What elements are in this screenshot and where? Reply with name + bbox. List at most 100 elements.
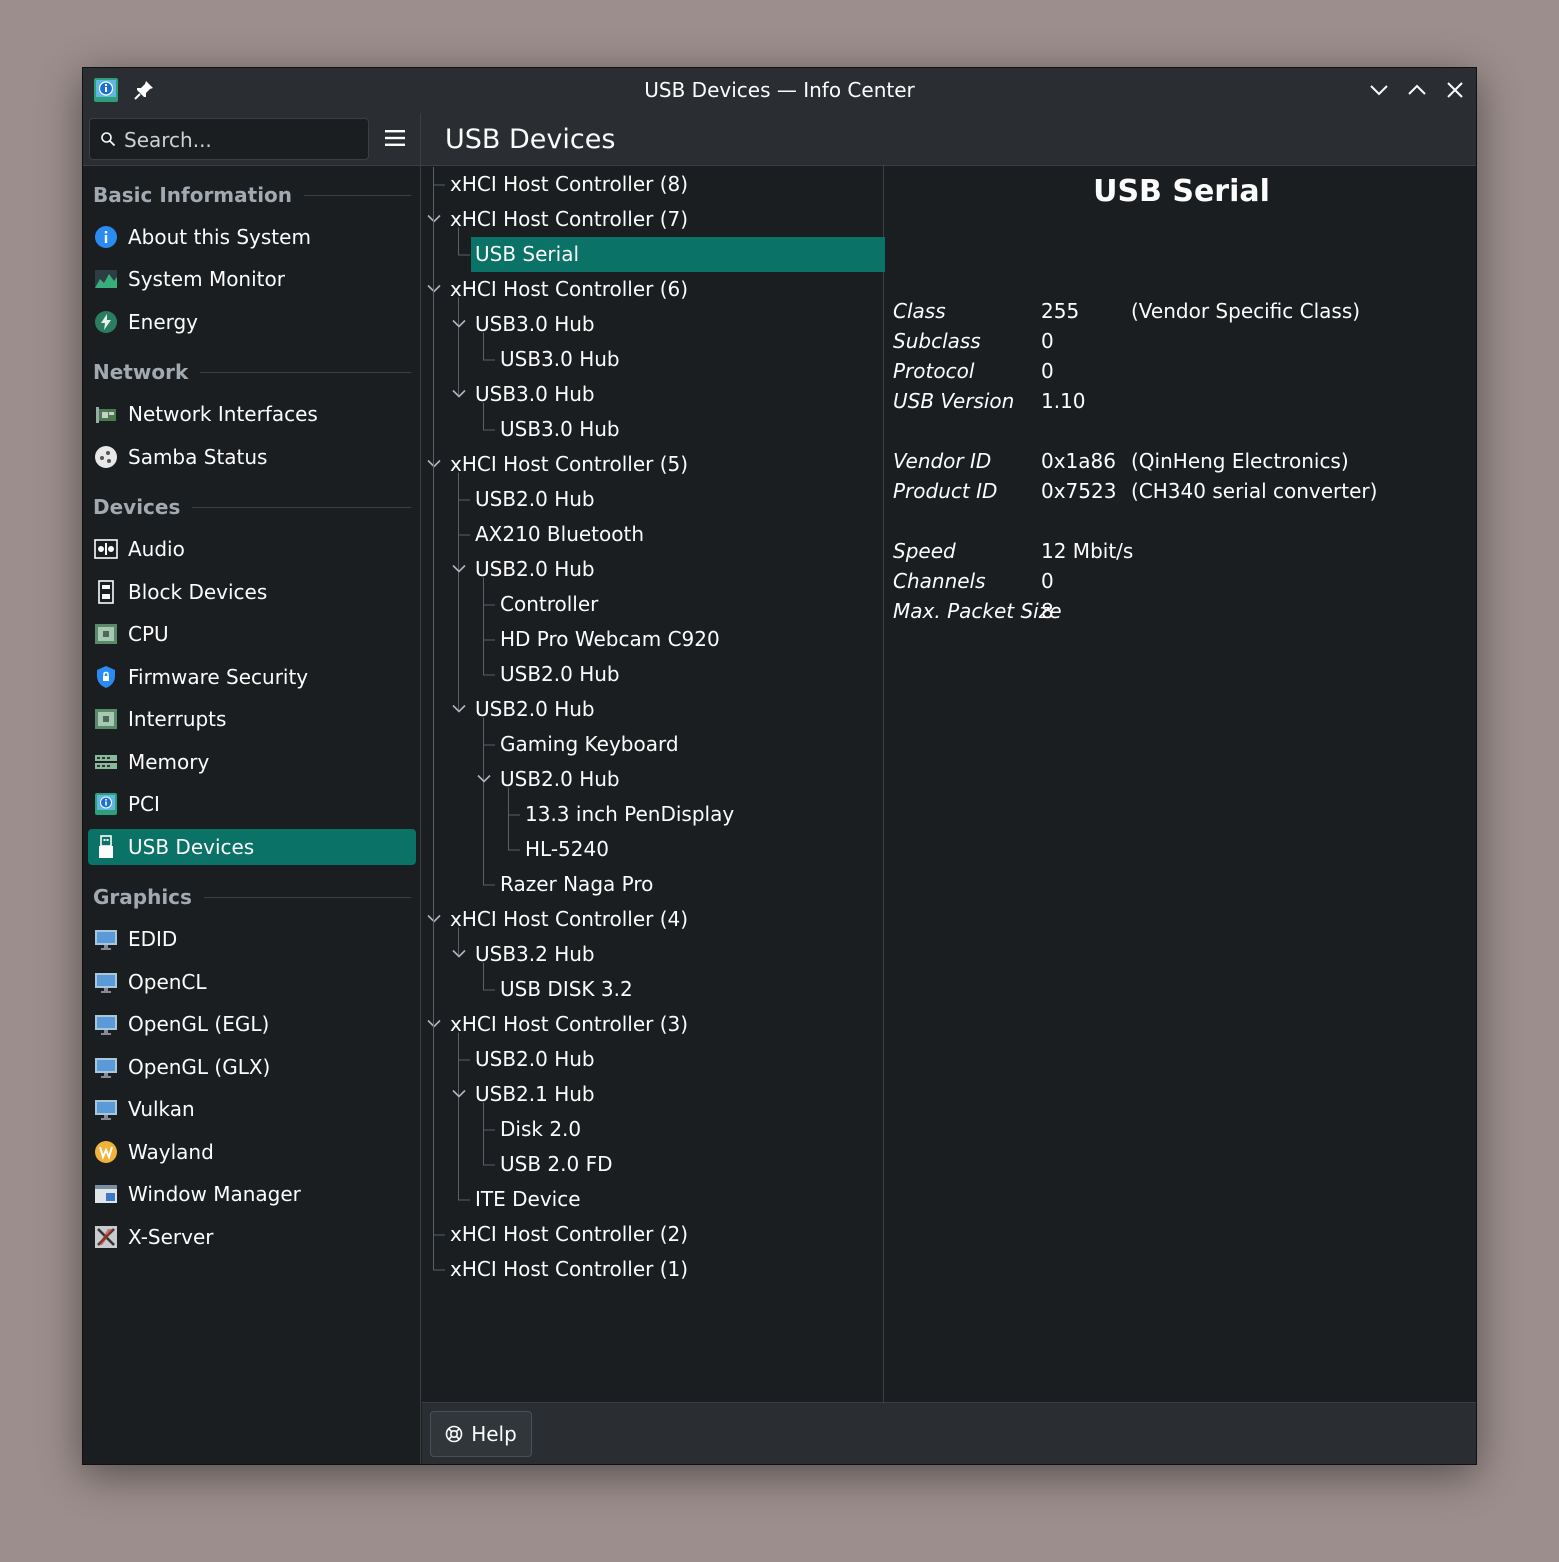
toolbar-separator: [420, 113, 421, 165]
sidebar-section-devices: Devices: [93, 492, 411, 522]
help-button[interactable]: Help: [430, 1411, 532, 1457]
sidebar-item-vulkan[interactable]: Vulkan: [88, 1091, 416, 1127]
sidebar-item-cpu[interactable]: CPU: [88, 616, 416, 652]
section-label: Devices: [93, 495, 181, 519]
tree-item[interactable]: Disk 2.0: [500, 1112, 581, 1147]
sidebar-item-label: OpenCL: [128, 970, 207, 994]
footer-bar: Help: [422, 1402, 1476, 1464]
search-input[interactable]: [122, 123, 366, 157]
sidebar-item-label: CPU: [128, 622, 169, 646]
tree-item[interactable]: USB3.2 Hub: [475, 937, 595, 972]
sidebar-item-network-interfaces[interactable]: Network Interfaces: [88, 396, 416, 432]
sidebar-item-label: Window Manager: [128, 1182, 301, 1206]
tree-item[interactable]: USB2.0 Hub: [475, 692, 595, 727]
tree-item[interactable]: Controller: [500, 587, 598, 622]
sidebar-item-block-devices[interactable]: Block Devices: [88, 574, 416, 610]
tree-item[interactable]: USB2.0 Hub: [500, 762, 620, 797]
tree-item[interactable]: xHCI Host Controller (4): [450, 902, 688, 937]
tree-item[interactable]: xHCI Host Controller (8): [450, 167, 688, 202]
sidebar-item-usb-devices[interactable]: USB Devices: [88, 829, 416, 865]
sidebar-item-label: Firmware Security: [128, 665, 309, 689]
sidebar-item-label: Audio: [128, 537, 185, 561]
sidebar-item-label: USB Devices: [128, 835, 255, 859]
pci-icon: [95, 793, 117, 815]
tree-item[interactable]: USB2.0 Hub: [475, 552, 595, 587]
tree-item[interactable]: USB2.0 Hub: [500, 657, 620, 692]
toolbar: USB Devices: [83, 113, 1476, 166]
energy-icon: [95, 311, 117, 333]
close-button[interactable]: [1444, 79, 1466, 101]
minimize-button[interactable]: [1368, 79, 1390, 101]
tree-item[interactable]: xHCI Host Controller (1): [450, 1252, 688, 1287]
device-details-panel: USB Serial Class 255 (Vendor Specific Clas…: [885, 166, 1476, 1402]
property-description: (Vendor Specific Class): [1131, 299, 1361, 323]
x-server-icon: [95, 1226, 117, 1248]
tree-item[interactable]: xHCI Host Controller (6): [450, 272, 688, 307]
sidebar-item-opengl-glx[interactable]: OpenGL (GLX): [88, 1049, 416, 1085]
sidebar-item-label: OpenGL (GLX): [128, 1055, 271, 1079]
property-value: 0: [1041, 359, 1054, 383]
sidebar-item-energy[interactable]: Energy: [88, 304, 416, 340]
sidebar-item-pci[interactable]: PCI: [88, 786, 416, 822]
property-key: USB Version: [893, 389, 1015, 413]
monitor-icon: [95, 1015, 117, 1035]
sidebar-item-label: Block Devices: [128, 580, 268, 604]
tree-item[interactable]: USB3.0 Hub: [500, 342, 620, 377]
tree-item[interactable]: USB2.0 Hub: [475, 1042, 595, 1077]
tree-item[interactable]: xHCI Host Controller (5): [450, 447, 688, 482]
sidebar-item-window-manager[interactable]: Window Manager: [88, 1176, 416, 1212]
audio-icon: [94, 539, 118, 559]
sidebar-item-opengl-egl[interactable]: OpenGL (EGL): [88, 1006, 416, 1042]
property-value: 12 Mbit/s: [1041, 539, 1134, 563]
sidebar-item-audio[interactable]: Audio: [88, 531, 416, 567]
tree-item[interactable]: HL-5240: [525, 832, 609, 867]
sidebar-item-memory[interactable]: Memory: [88, 744, 416, 780]
help-icon: [445, 1425, 463, 1443]
property-value: 0: [1041, 329, 1054, 353]
tree-item[interactable]: ITE Device: [475, 1182, 581, 1217]
search-field[interactable]: [89, 118, 369, 160]
tree-item[interactable]: USB DISK 3.2: [500, 972, 633, 1007]
hamburger-menu-icon[interactable]: [383, 127, 407, 149]
sidebar-item-edid[interactable]: EDID: [88, 921, 416, 957]
usb-device-tree[interactable]: xHCI Host Controller (8) xHCI Host Contro…: [422, 166, 887, 1402]
tree-item[interactable]: USB2.0 Hub: [475, 482, 595, 517]
tree-item[interactable]: xHCI Host Controller (7): [450, 202, 688, 237]
property-value: 1.10: [1041, 389, 1086, 413]
property-description: (CH340 serial converter): [1131, 479, 1378, 503]
tree-item[interactable]: Razer Naga Pro: [500, 867, 653, 902]
tree-item[interactable]: Gaming Keyboard: [500, 727, 679, 762]
sidebar-item-opencl[interactable]: OpenCL: [88, 964, 416, 1000]
sidebar-item-firmware-security[interactable]: Firmware Security: [88, 659, 416, 695]
property-key: Product ID: [893, 479, 998, 503]
tree-item[interactable]: USB3.0 Hub: [475, 307, 595, 342]
sidebar: Basic Information About this System Syst…: [83, 166, 421, 1464]
tree-item[interactable]: AX210 Bluetooth: [475, 517, 644, 552]
property-key: Speed: [893, 539, 956, 563]
property-key: Max. Packet Size: [893, 599, 1062, 623]
sidebar-item-system-monitor[interactable]: System Monitor: [88, 261, 416, 297]
sidebar-item-interrupts[interactable]: Interrupts: [88, 701, 416, 737]
sidebar-item-about-this-system[interactable]: About this System: [88, 219, 416, 255]
tree-item[interactable]: USB2.1 Hub: [475, 1077, 595, 1112]
sidebar-item-x-server[interactable]: X-Server: [88, 1219, 416, 1255]
tree-item[interactable]: xHCI Host Controller (2): [450, 1217, 688, 1252]
property-description: (QinHeng Electronics): [1131, 449, 1349, 473]
property-key: Vendor ID: [893, 449, 992, 473]
property-value: 255: [1041, 299, 1080, 323]
tree-item[interactable]: HD Pro Webcam C920: [500, 622, 720, 657]
sidebar-item-label: Energy: [128, 310, 199, 334]
property-value: 0x1a86: [1041, 449, 1116, 473]
tree-item-selected[interactable]: USB Serial: [471, 237, 887, 272]
maximize-button[interactable]: [1406, 79, 1428, 101]
sidebar-item-samba-status[interactable]: Samba Status: [88, 439, 416, 475]
tree-item[interactable]: USB3.0 Hub: [500, 412, 620, 447]
tree-item[interactable]: 13.3 inch PenDisplay: [525, 797, 734, 832]
tree-item[interactable]: USB3.0 Hub: [475, 377, 595, 412]
cpu-icon: [95, 624, 117, 644]
sidebar-item-label: About this System: [128, 225, 311, 249]
tree-item[interactable]: xHCI Host Controller (3): [450, 1007, 688, 1042]
sidebar-item-label: Wayland: [128, 1140, 214, 1164]
sidebar-item-wayland[interactable]: Wayland: [88, 1134, 416, 1170]
tree-item[interactable]: USB 2.0 FD: [500, 1147, 612, 1182]
